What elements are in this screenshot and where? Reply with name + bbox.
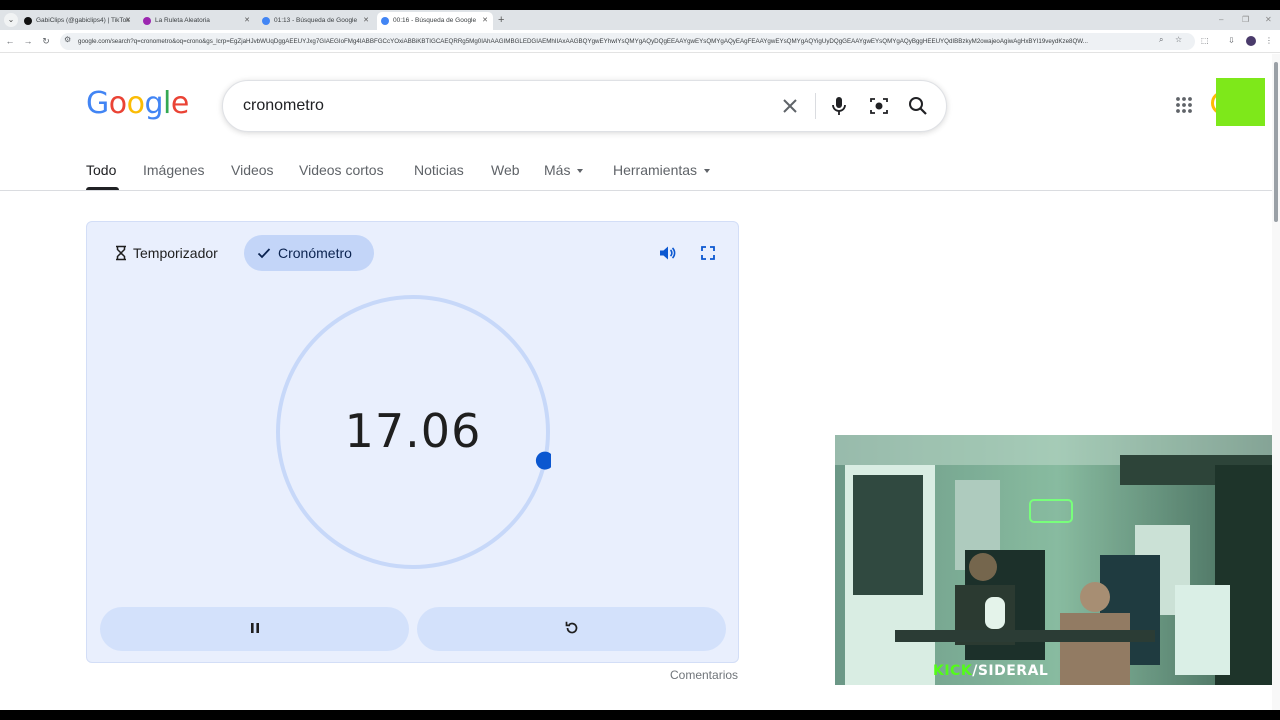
minimize-icon[interactable]: – — [1219, 12, 1223, 28]
reload-icon[interactable]: ↻ — [39, 34, 53, 48]
forward-icon[interactable]: → — [21, 34, 35, 48]
browser-toolbar: ← → ↻ ⚙ google.com/search?q=cronometro&o… — [0, 30, 1280, 53]
kick-channel-tag: KICK/SIDERAL — [933, 663, 1048, 679]
feedback-link[interactable]: Comentarios — [670, 668, 738, 682]
back-icon[interactable]: ← — [3, 34, 17, 48]
scrollbar-thumb[interactable] — [1274, 62, 1278, 222]
profile-avatar[interactable] — [1246, 36, 1256, 46]
logo-letter: l — [163, 86, 171, 121]
top-letterbox — [0, 0, 1280, 10]
google-icon — [381, 17, 389, 25]
search-box[interactable]: cronometro — [222, 80, 947, 132]
stopwatch-card: Temporizador Cronómetro 17.06 — [86, 221, 739, 663]
clear-icon[interactable] — [778, 94, 802, 118]
tab-title: 00:16 - Búsqueda de Google — [393, 17, 477, 24]
logo-letter: o — [126, 86, 145, 121]
bookmark-star-icon[interactable]: ☆ — [1175, 35, 1182, 44]
close-window-icon[interactable]: ✕ — [1265, 12, 1272, 28]
search-input[interactable]: cronometro — [243, 81, 324, 131]
tab-title: La Ruleta Aleatoria — [155, 17, 210, 24]
microphone-icon[interactable] — [827, 94, 851, 118]
address-bar[interactable]: ⚙ google.com/search?q=cronometro&oq=cron… — [60, 33, 1195, 50]
fullscreen-icon[interactable] — [698, 243, 718, 263]
browser-tab[interactable]: 01:13 - Búsqueda de Google ✕ — [258, 12, 374, 30]
reset-icon — [565, 621, 578, 634]
search-divider — [815, 93, 816, 119]
close-icon[interactable]: ✕ — [363, 12, 369, 30]
timer-chip-label: Temporizador — [133, 245, 218, 261]
tab-mas-label: Más — [544, 162, 571, 178]
tab-videos[interactable]: Videos — [231, 160, 274, 180]
caret-down-icon — [704, 169, 711, 174]
menu-icon[interactable]: ⋮ — [1265, 36, 1273, 45]
tiktok-icon — [24, 17, 32, 25]
site-info-icon[interactable]: ⚙ — [64, 35, 71, 44]
tab-web[interactable]: Web — [491, 160, 520, 180]
camera-search-icon[interactable] — [867, 94, 891, 118]
close-icon[interactable]: ✕ — [482, 12, 488, 30]
tab-mas[interactable]: Más — [544, 160, 584, 180]
webcam-overlay: KICK/SIDERAL — [835, 435, 1280, 685]
roulette-icon — [143, 17, 151, 25]
browser-tab-active[interactable]: 00:16 - Búsqueda de Google ✕ — [377, 12, 493, 30]
stopwatch-time: 17.06 — [344, 404, 482, 458]
logo-letter: G — [86, 86, 109, 121]
tab-title: GabiClips (@gabiclips4) | TikTok — [36, 17, 130, 24]
maximize-icon[interactable]: ❐ — [1242, 12, 1249, 28]
downloads-icon[interactable]: ⇩ — [1228, 36, 1235, 45]
tab-videos-cortos[interactable]: Videos cortos — [299, 160, 384, 180]
reset-button[interactable] — [417, 607, 726, 651]
google-icon — [262, 17, 270, 25]
url-text: google.com/search?q=cronometro&oq=crono&… — [78, 38, 1088, 45]
kick-channel-name: SIDERAL — [977, 663, 1049, 679]
tab-title: 01:13 - Búsqueda de Google — [274, 17, 358, 24]
tab-imagenes[interactable]: Imágenes — [143, 160, 204, 180]
pause-icon — [251, 623, 259, 633]
green-overlay-block — [1216, 78, 1265, 126]
kick-prefix: KICK — [933, 663, 973, 679]
extensions-icon[interactable]: ⬚ — [1201, 36, 1209, 45]
apps-grid-icon[interactable] — [1175, 96, 1193, 114]
tab-search-icon[interactable]: ⌄ — [4, 13, 18, 27]
browser-tab[interactable]: GabiClips (@gabiclips4) | TikTok ✕ — [20, 12, 136, 30]
webcam-scene — [835, 435, 1280, 685]
caret-down-icon — [577, 169, 584, 174]
tab-herramientas[interactable]: Herramientas — [613, 160, 711, 180]
stopwatch-chip[interactable]: Cronómetro — [244, 235, 374, 271]
close-icon[interactable]: ✕ — [244, 12, 250, 30]
bottom-letterbox — [0, 710, 1280, 720]
new-tab-icon[interactable]: + — [498, 12, 504, 28]
timer-chip[interactable]: Temporizador — [101, 235, 232, 271]
check-icon — [257, 248, 271, 259]
zoom-icon[interactable]: ⌕ — [1159, 35, 1163, 45]
pause-button[interactable] — [100, 607, 409, 651]
search-icon[interactable] — [906, 94, 930, 118]
tab-noticias[interactable]: Noticias — [414, 160, 464, 180]
tab-todo[interactable]: Todo — [86, 160, 116, 180]
logo-letter: g — [144, 86, 164, 121]
google-logo[interactable]: Google — [86, 86, 189, 121]
hourglass-icon — [116, 245, 126, 261]
volume-icon[interactable] — [657, 243, 677, 263]
browser-tab[interactable]: La Ruleta Aleatoria ✕ — [139, 12, 255, 30]
stopwatch-chip-label: Cronómetro — [278, 245, 352, 261]
logo-letter: o — [108, 86, 127, 121]
logo-letter: e — [170, 86, 189, 121]
tab-herramientas-label: Herramientas — [613, 162, 698, 178]
close-icon[interactable]: ✕ — [125, 12, 131, 30]
nav-divider — [0, 190, 1272, 191]
